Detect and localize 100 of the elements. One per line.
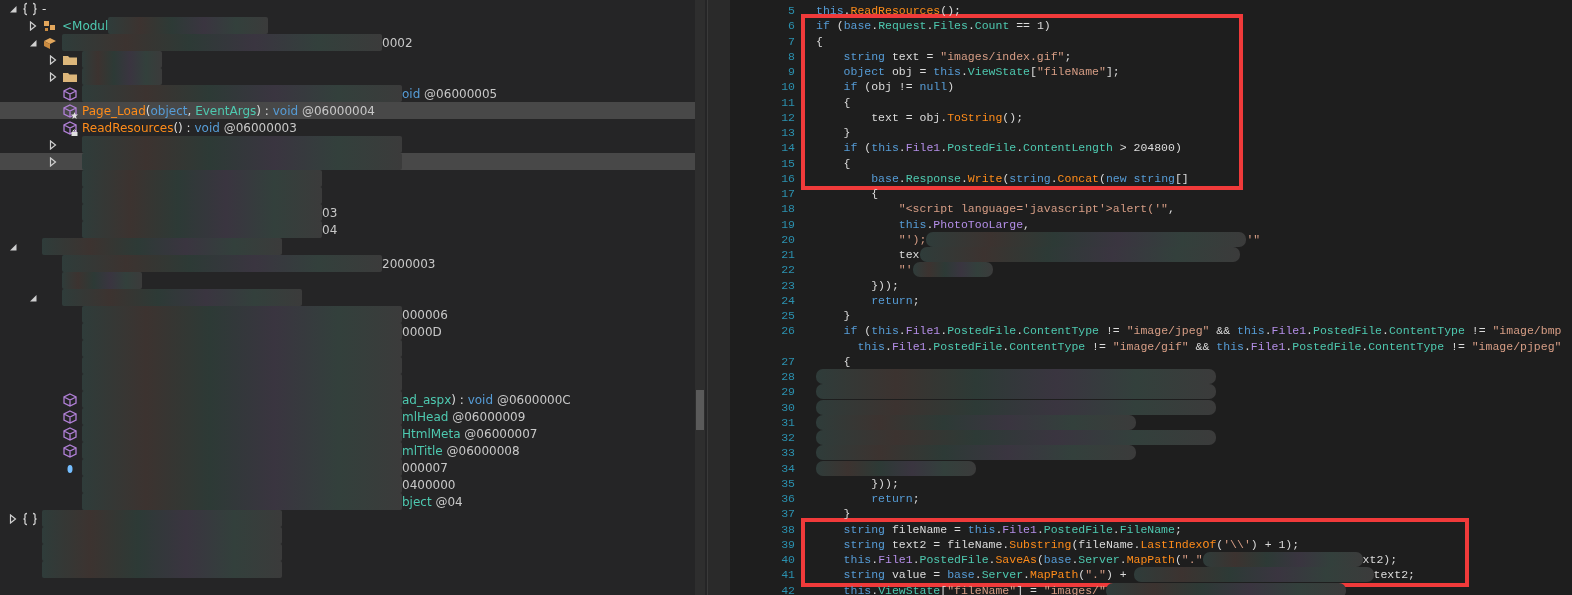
expanded-arrow-icon[interactable]: [28, 37, 38, 48]
tree-item-label: -: [42, 1, 47, 16]
tree-item[interactable]: 000007: [0, 459, 695, 476]
tree-item[interactable]: 000006: [0, 306, 695, 323]
line-number: 24: [781, 293, 795, 307]
collapsed-arrow-icon[interactable]: [48, 139, 58, 150]
braces-icon: [22, 1, 38, 16]
code-text: this.File1.PostedFile.ContentType != "image/gif" && this.File1.PostedFile.ContentType != "image/pjpeg": [856, 338, 1562, 354]
cube-icon: [62, 392, 78, 407]
tree-item[interactable]: bject @04: [0, 493, 695, 510]
line-number: 34: [781, 461, 795, 475]
line-number: 40: [781, 553, 795, 566]
expanded-arrow-icon[interactable]: [28, 292, 38, 303]
collapsed-arrow-icon[interactable]: [28, 20, 38, 31]
code-text: tex: [897, 247, 920, 263]
expanded-arrow-icon[interactable]: [8, 3, 18, 14]
code-text: if (base.Request.Files.Count == 1): [816, 18, 1051, 34]
code-text: '": [1246, 231, 1261, 247]
line-number: 31: [781, 415, 795, 429]
line-number: 37: [781, 507, 795, 521]
line-number: 16: [781, 171, 795, 185]
code-text: string value = base.Server.MapPath(".") +: [842, 567, 1128, 583]
code-text: return;: [870, 292, 920, 308]
line-number: 28: [781, 370, 795, 383]
tree-item[interactable]: ReadResources() : void @06000003: [0, 119, 695, 136]
line-number: 8: [788, 49, 795, 63]
tree-item[interactable]: 04: [0, 221, 695, 238]
code-text: }));: [870, 277, 899, 293]
line-number: 30: [781, 400, 795, 414]
blocks-icon: [42, 18, 58, 33]
cube-icon: [62, 103, 78, 118]
tree-item[interactable]: oid @06000005: [0, 85, 695, 102]
line-number: 5: [788, 4, 795, 17]
star-icon: [71, 111, 78, 119]
line-number: 13: [781, 126, 795, 139]
line-number: 42: [781, 583, 795, 595]
tree-item-label: oid @06000005: [402, 86, 498, 101]
tree-item-label: 0400000: [402, 477, 456, 492]
tree-item-label: <Modul: [62, 18, 109, 33]
code-text: {: [842, 94, 851, 110]
collapsed-arrow-icon[interactable]: [48, 71, 58, 82]
braces-icon: [22, 511, 38, 526]
line-number: 6: [788, 19, 795, 33]
class-icon: [42, 35, 58, 50]
tree-item[interactable]: 03: [0, 204, 695, 221]
tree-item-label: 000006: [402, 307, 448, 322]
collapsed-arrow-icon[interactable]: [48, 54, 58, 65]
code-text: if (this.File1.PostedFile.ContentType != "image/jpeg" && this.File1.PostedFile.ContentType != "image/bmp: [842, 323, 1562, 339]
tree-item-label: HtmlMeta @06000007: [402, 426, 538, 441]
tree-item[interactable]: 2000003: [0, 255, 695, 272]
tree-item[interactable]: 0400000: [0, 476, 695, 493]
code-text: this.ViewState["fileName"] = "images/": [842, 582, 1106, 595]
tree-item-label: ReadResources() : void @06000003: [82, 120, 297, 135]
code-text: }));: [870, 475, 899, 491]
cube-icon: [62, 409, 78, 424]
line-number: 36: [781, 492, 795, 505]
code-text: string text2 = fileName.Substring(fileName.LastIndexOf('\\') + 1);: [842, 536, 1300, 552]
tree-item[interactable]: <Modul: [0, 17, 695, 34]
code-text: string text = "images/index.gif";: [842, 48, 1072, 64]
cube-icon: [62, 426, 78, 441]
line-number: 15: [781, 156, 795, 170]
line-number: 20: [781, 232, 795, 246]
collapsed-arrow-icon[interactable]: [8, 513, 18, 524]
line-number: 41: [781, 568, 795, 582]
line-number: 19: [781, 217, 795, 231]
code-text: }: [842, 308, 851, 324]
scrollbar-thumb[interactable]: [696, 390, 704, 430]
tree-item[interactable]: 0000D: [0, 323, 695, 340]
code-text: {: [842, 155, 851, 171]
code-text: }: [842, 125, 851, 141]
line-number: 10: [781, 80, 795, 94]
tree-item[interactable]: -: [0, 0, 695, 17]
scrollbar[interactable]: [695, 0, 705, 595]
tree-item[interactable]: mlTitle @06000008: [0, 442, 695, 459]
tree-item[interactable]: mlHead @06000009: [0, 408, 695, 425]
code-text: string fileName = this.File1.PostedFile.FileName;: [842, 521, 1182, 537]
code-text: "');: [897, 231, 927, 247]
tree-item[interactable]: Page_Load(object, EventArgs) : void @06000004: [0, 102, 695, 119]
line-number: 14: [781, 141, 795, 155]
tree-item-label: ad_aspx) : void @0600000C: [402, 392, 571, 407]
expanded-arrow-icon[interactable]: [8, 241, 18, 252]
line-number: 39: [781, 537, 795, 551]
tree-item[interactable]: 0002: [0, 34, 695, 51]
code-text: if (this.File1.PostedFile.ContentLength > 204800): [842, 140, 1182, 156]
cube-icon: [62, 443, 78, 458]
line-number: 26: [781, 324, 795, 338]
tree-item-label: Page_Load(object, EventArgs) : void @06000004: [82, 103, 375, 118]
line-number: 33: [781, 446, 795, 460]
cube-icon: [62, 86, 78, 101]
line-number: 38: [781, 522, 795, 536]
tree-item-label: 2000003: [382, 256, 436, 271]
tree-item-label: 03: [322, 205, 338, 220]
collapsed-arrow-icon[interactable]: [48, 156, 58, 167]
tree-item[interactable]: HtmlMeta @06000007: [0, 425, 695, 442]
cube-icon: [62, 120, 78, 135]
code-text: {: [816, 33, 823, 49]
code-text: text2;: [1373, 567, 1415, 583]
tree-item-label: 0002: [382, 35, 413, 50]
code-text: {: [870, 186, 879, 202]
tree-item[interactable]: ad_aspx) : void @0600000C: [0, 391, 695, 408]
